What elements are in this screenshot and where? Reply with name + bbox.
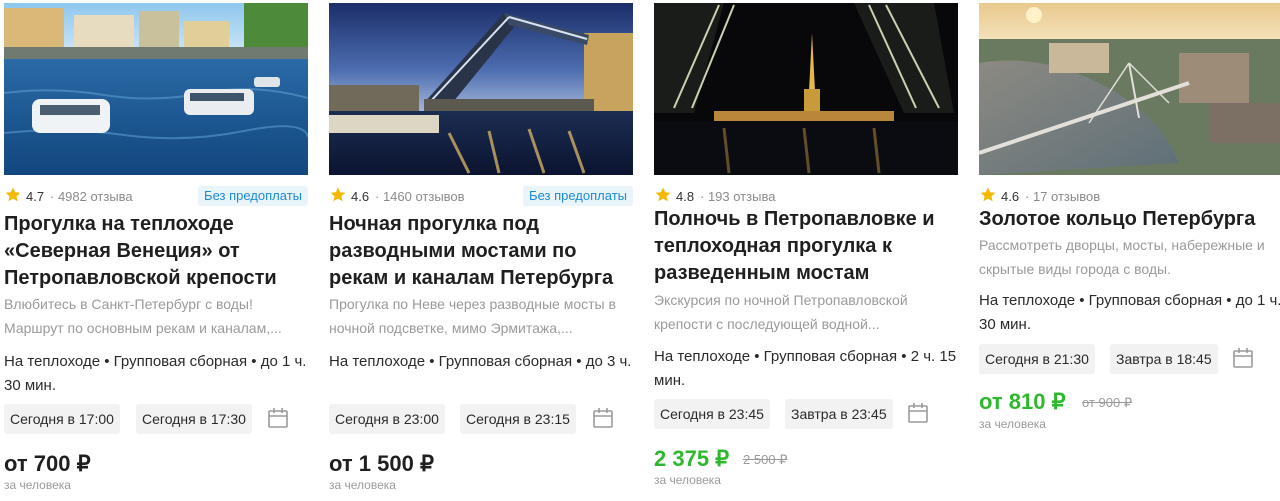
reviews-count[interactable]: · 193 отзыва bbox=[700, 189, 775, 204]
rating-value: 4.6 bbox=[1001, 189, 1020, 204]
time-slots: Сегодня в 21:30 Завтра в 18:45 bbox=[979, 344, 1280, 374]
excursion-description: Влюбитесь в Санкт-Петербург с воды! Марш… bbox=[4, 296, 282, 336]
per-person-label: за человека bbox=[979, 417, 1046, 431]
time-slot[interactable]: Завтра в 18:45 bbox=[1110, 344, 1218, 374]
calendar-icon[interactable] bbox=[906, 401, 930, 425]
no-prepayment-badge: Без предоплаты bbox=[523, 186, 633, 206]
excursion-title[interactable]: Полночь в Петропавловке и теплоходная пр… bbox=[654, 206, 958, 287]
per-person-label: за человека bbox=[4, 478, 71, 492]
per-person-label: за человека bbox=[654, 473, 721, 487]
excursion-title[interactable]: Прогулка на теплоходе «Северная Венеция»… bbox=[4, 211, 308, 292]
star-icon bbox=[5, 187, 21, 202]
excursion-meta: На теплоходе • Групповая сборная • до 1 … bbox=[979, 292, 1280, 333]
excursion-title[interactable]: Золотое кольцо Петербурга bbox=[979, 206, 1280, 233]
per-person-label: за человека bbox=[329, 478, 396, 492]
time-slots: Сегодня в 23:00 Сегодня в 23:15 bbox=[329, 404, 633, 434]
reviews-count[interactable]: · 17 отзывов bbox=[1025, 189, 1100, 204]
star-icon bbox=[330, 187, 346, 202]
price: от 1 500 ₽ bbox=[329, 451, 434, 476]
calendar-icon[interactable] bbox=[266, 406, 290, 430]
old-price: от 900 ₽ bbox=[1082, 395, 1133, 410]
time-slot[interactable]: Сегодня в 21:30 bbox=[979, 344, 1095, 374]
time-slots: Сегодня в 23:45 Завтра в 23:45 bbox=[654, 399, 958, 429]
reviews-count[interactable]: · 4982 отзыва bbox=[50, 189, 133, 204]
excursion-photo[interactable] bbox=[654, 3, 958, 175]
time-slot[interactable]: Сегодня в 17:00 bbox=[4, 404, 120, 434]
reviews-count[interactable]: · 1460 отзывов bbox=[375, 189, 465, 204]
excursion-description: Рассмотреть дворцы, мосты, набережные и … bbox=[979, 237, 1265, 277]
excursion-card-4[interactable]: 4.6 · 17 отзывов Золотое кольцо Петербур… bbox=[979, 0, 1280, 501]
time-slots: Сегодня в 17:00 Сегодня в 17:30 bbox=[4, 404, 308, 434]
time-slot[interactable]: Сегодня в 23:00 bbox=[329, 404, 445, 434]
time-slot[interactable]: Сегодня в 23:15 bbox=[460, 404, 576, 434]
price: от 700 ₽ bbox=[4, 451, 91, 476]
time-slot[interactable]: Сегодня в 17:30 bbox=[136, 404, 252, 434]
excursion-title[interactable]: Ночная прогулка под разводными мостами п… bbox=[329, 211, 633, 292]
excursion-meta: На теплоходе • Групповая сборная • до 3 … bbox=[329, 353, 632, 370]
excursion-photo[interactable] bbox=[979, 3, 1280, 175]
time-slot[interactable]: Сегодня в 23:45 bbox=[654, 399, 770, 429]
excursion-meta: На теплоходе • Групповая сборная • до 1 … bbox=[4, 353, 307, 394]
discount-price: 2 375 ₽ bbox=[654, 446, 730, 471]
excursion-card-2[interactable]: 4.6 · 1460 отзывов Без предоплаты Ночная… bbox=[329, 0, 633, 501]
old-price: 2 500 ₽ bbox=[743, 452, 788, 467]
excursion-photo[interactable] bbox=[4, 3, 308, 175]
rating-value: 4.6 bbox=[351, 189, 370, 204]
excursion-description: Прогулка по Неве через разводные мосты в… bbox=[329, 296, 616, 336]
excursion-description: Экскурсия по ночной Петропавловской креп… bbox=[654, 292, 908, 332]
excursion-card-1[interactable]: 4.7 · 4982 отзыва Без предоплаты Прогулк… bbox=[4, 0, 308, 501]
excursion-photo[interactable] bbox=[329, 3, 633, 175]
excursion-card-3[interactable]: 4.8 · 193 отзыва Полночь в Петропавловке… bbox=[654, 0, 958, 501]
discount-price: от 810 ₽ bbox=[979, 389, 1066, 414]
rating-value: 4.7 bbox=[26, 189, 45, 204]
time-slot[interactable]: Завтра в 23:45 bbox=[785, 399, 893, 429]
excursion-meta: На теплоходе • Групповая сборная • 2 ч. … bbox=[654, 348, 957, 389]
star-icon bbox=[980, 187, 996, 202]
no-prepayment-badge: Без предоплаты bbox=[198, 186, 308, 206]
calendar-icon[interactable] bbox=[591, 406, 615, 430]
rating-value: 4.8 bbox=[676, 189, 695, 204]
calendar-icon[interactable] bbox=[1231, 346, 1255, 370]
star-icon bbox=[655, 187, 671, 202]
